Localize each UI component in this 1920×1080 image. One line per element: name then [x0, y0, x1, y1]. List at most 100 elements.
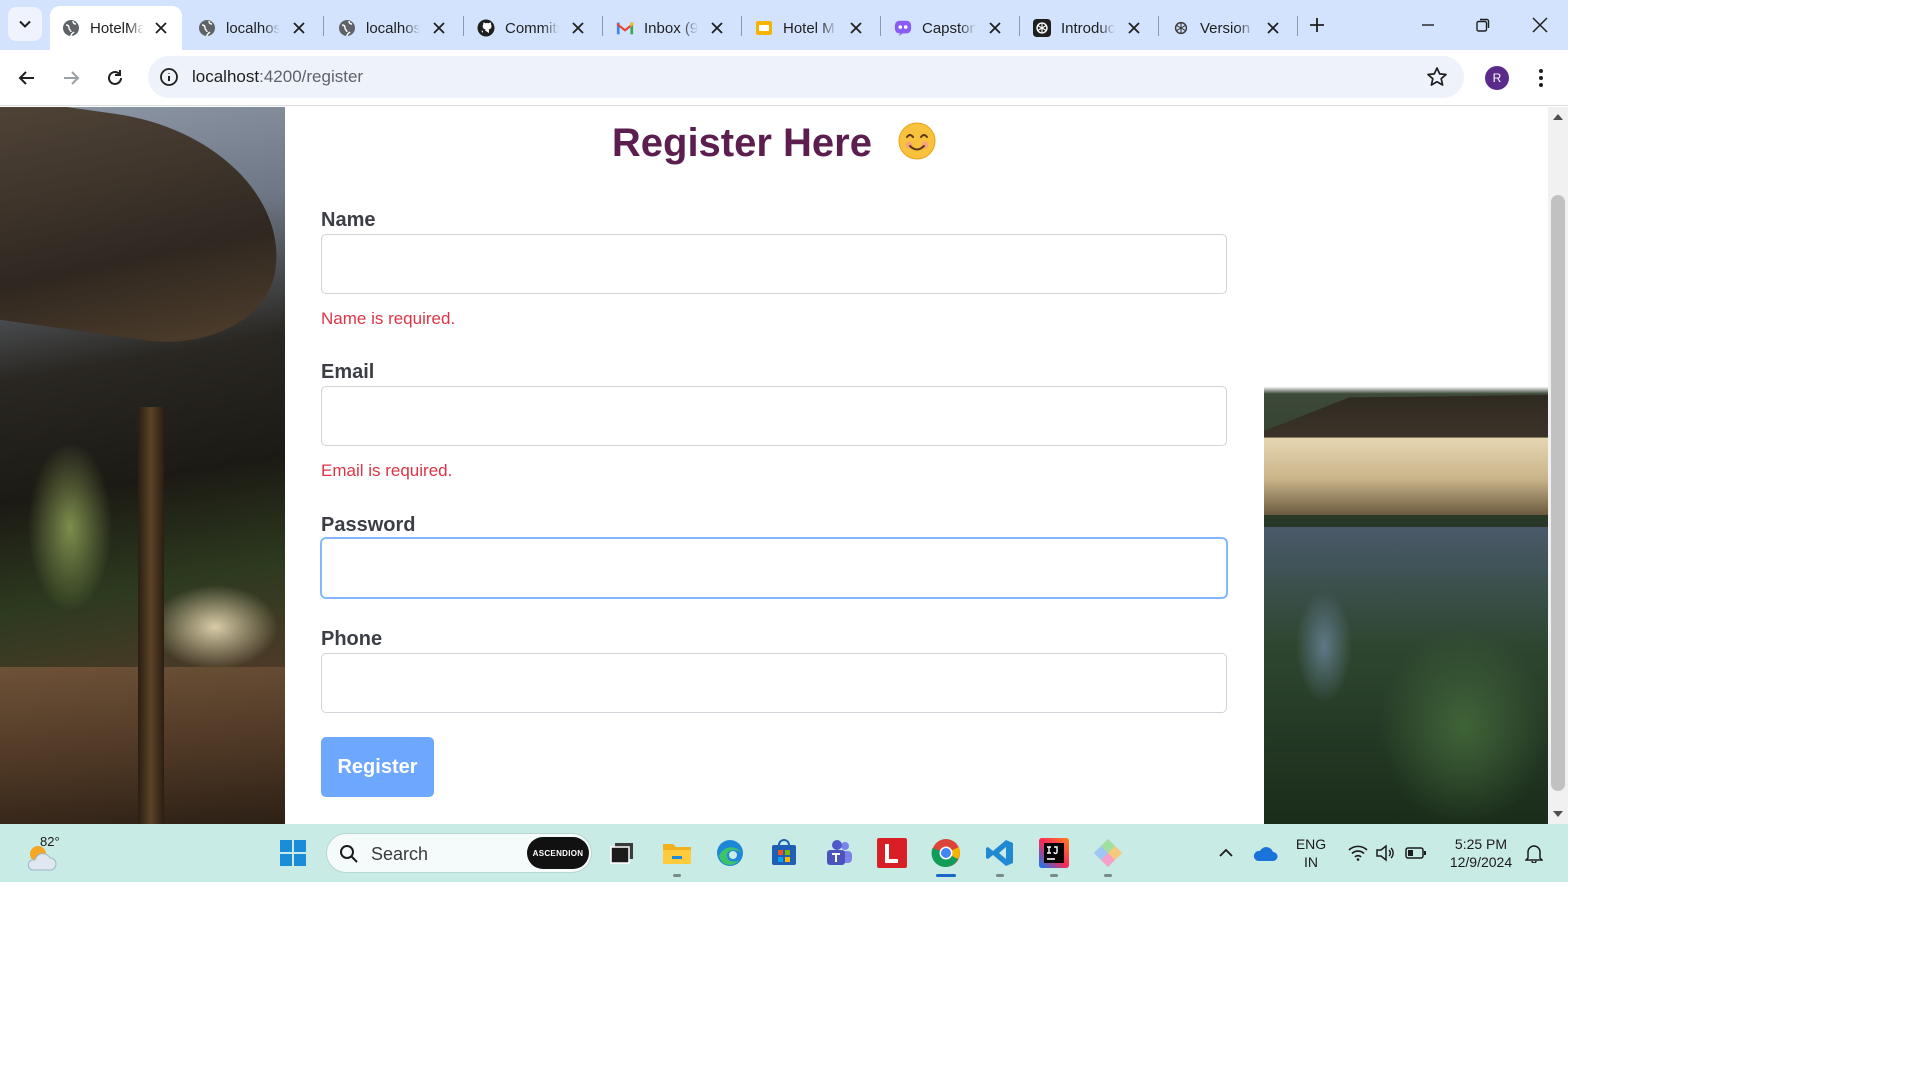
page-viewport: Register Here Name Name is required. Ema… [0, 107, 1568, 824]
scroll-up-icon[interactable] [1552, 112, 1564, 122]
vscode-button[interactable] [983, 836, 1017, 877]
scrollbar-thumb[interactable] [1551, 195, 1565, 791]
file-explorer-button[interactable] [660, 836, 694, 877]
email-input[interactable] [321, 386, 1227, 446]
background-roof [0, 107, 294, 357]
copilot-icon [894, 19, 912, 37]
tab-title: Commits [505, 19, 559, 37]
tab-hotel-m[interactable]: Hotel M [743, 6, 877, 50]
email-error: Email is required. [321, 461, 453, 480]
browser-menu-button[interactable] [1530, 64, 1552, 92]
language-code: ENG [1295, 836, 1327, 852]
openai-icon [1172, 19, 1190, 37]
restore-button[interactable] [1468, 10, 1498, 40]
bookmark-star-icon[interactable] [1426, 66, 1448, 88]
chrome-button[interactable] [929, 836, 963, 877]
tab-search-button[interactable] [8, 7, 42, 41]
tab-separator [741, 16, 742, 36]
store-button[interactable] [767, 836, 801, 870]
profile-avatar[interactable]: R [1485, 66, 1509, 90]
globe-icon [62, 19, 80, 37]
background-image-left [0, 107, 294, 824]
close-tab-icon[interactable] [430, 19, 448, 37]
phone-input[interactable] [321, 653, 1227, 713]
more-vertical-icon [1539, 69, 1543, 87]
close-tab-icon[interactable] [847, 19, 865, 37]
onedrive-button[interactable] [1248, 836, 1282, 870]
close-tab-icon[interactable] [708, 19, 726, 37]
tab-introduction[interactable]: Introduc [1021, 6, 1155, 50]
register-form-panel: Register Here Name Name is required. Ema… [285, 107, 1264, 824]
name-input[interactable] [321, 234, 1227, 294]
tab-commits[interactable]: Commits [465, 6, 599, 50]
site-info-icon[interactable] [158, 66, 180, 88]
start-button[interactable] [276, 836, 310, 870]
plus-icon [1310, 18, 1324, 32]
close-tab-icon[interactable] [152, 19, 170, 37]
task-view-icon [610, 843, 633, 864]
close-tab-icon[interactable] [986, 19, 1004, 37]
weather-widget[interactable]: 82° [24, 834, 64, 874]
minimize-button[interactable] [1413, 10, 1443, 40]
taskbar-search[interactable]: Search ASCENDION [326, 833, 592, 873]
teams-button[interactable] [821, 836, 855, 870]
close-tab-icon[interactable] [569, 19, 587, 37]
letter-l-app-icon [877, 838, 907, 868]
intellij-button[interactable] [1037, 836, 1071, 877]
background-hut [1264, 395, 1548, 515]
tab-separator [323, 16, 324, 36]
tab-hotelmanagement[interactable]: HotelManagement [50, 6, 182, 50]
close-tab-icon[interactable] [1125, 19, 1143, 37]
battery-icon [1405, 847, 1426, 859]
url-host: localhost [192, 67, 260, 86]
arrow-left-icon [18, 71, 34, 85]
tab-localhost-2[interactable]: localhost [326, 6, 460, 50]
search-placeholder: Search [371, 844, 429, 864]
scroll-down-icon[interactable] [1552, 809, 1564, 819]
close-tab-icon[interactable] [290, 19, 308, 37]
page-scrollbar[interactable] [1548, 107, 1568, 824]
back-button[interactable] [11, 62, 43, 94]
edge-icon [717, 840, 743, 866]
name-label: Name [321, 209, 376, 231]
reload-icon [108, 70, 122, 85]
speaker-icon [1376, 844, 1394, 862]
close-window-button[interactable] [1525, 10, 1555, 40]
language-indicator[interactable]: ENG IN [1289, 835, 1333, 871]
forward-button[interactable] [55, 62, 87, 94]
openai-icon [1033, 19, 1051, 37]
page-title-text: Register Here [611, 121, 872, 165]
password-input[interactable] [321, 538, 1227, 598]
browser-toolbar: localhost:4200/register R [0, 50, 1568, 106]
edge-button[interactable] [713, 836, 747, 870]
close-tab-icon[interactable] [1264, 19, 1282, 37]
reload-button[interactable] [99, 62, 131, 94]
git-client-button[interactable] [1091, 836, 1125, 877]
email-label: Email [321, 361, 375, 383]
lms-app-button[interactable] [875, 836, 909, 870]
tab-inbox[interactable]: Inbox (9 [604, 6, 738, 50]
teams-icon [827, 840, 852, 865]
tab-title: Capstone [922, 19, 976, 37]
tab-capstone[interactable]: Capstone [882, 6, 1016, 50]
tab-version[interactable]: Version [1160, 6, 1294, 50]
search-icon [340, 845, 358, 863]
new-tab-button[interactable] [1304, 12, 1330, 38]
search-highlight-badge: ASCENDION [527, 837, 589, 869]
url-text: localhost:4200/register [192, 67, 363, 87]
tab-localhost-1[interactable]: localhost [186, 6, 320, 50]
background-pillar [138, 407, 164, 824]
taskbar: 82° Search ASCENDION ENG IN 5:25 PM 12/9… [0, 824, 1568, 882]
volume-button[interactable] [1368, 836, 1402, 870]
task-view-button[interactable] [605, 836, 639, 870]
vscode-icon [986, 840, 1013, 866]
show-hidden-icons-button[interactable] [1209, 836, 1243, 870]
register-button[interactable]: Register [321, 737, 434, 797]
tab-separator [1297, 16, 1298, 36]
windows-icon [280, 840, 306, 866]
notifications-button[interactable] [1517, 836, 1551, 870]
clock[interactable]: 5:25 PM 12/9/2024 [1440, 835, 1522, 871]
address-bar[interactable]: localhost:4200/register [148, 56, 1464, 98]
battery-button[interactable] [1399, 836, 1433, 870]
tab-separator [1019, 16, 1020, 36]
